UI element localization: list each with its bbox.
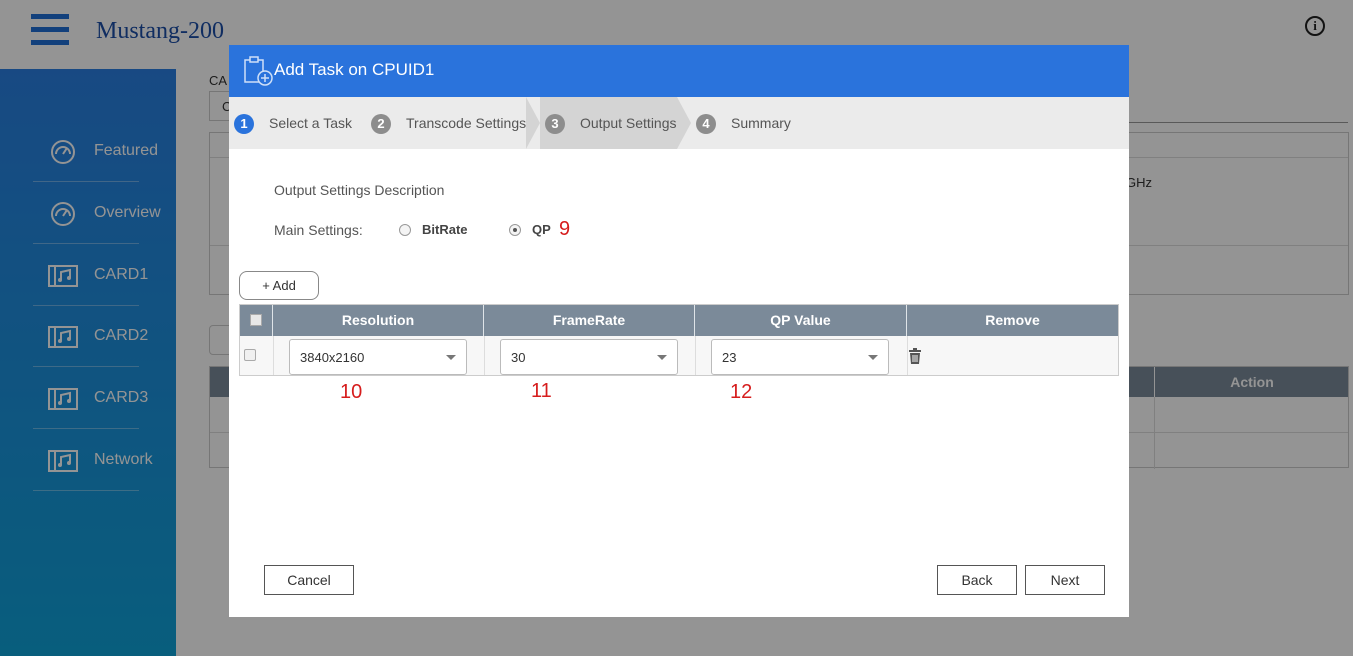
step-label: Transcode Settings [406, 115, 527, 131]
chevron-down-icon [868, 355, 878, 360]
bitrate-radio-label[interactable]: BitRate [422, 222, 468, 237]
framerate-header: FrameRate [484, 305, 695, 336]
resolution-value: 3840x2160 [300, 350, 365, 365]
step-label: Summary [731, 115, 791, 131]
column-divider [273, 336, 274, 375]
chevron-down-icon [657, 355, 667, 360]
add-output-button[interactable]: + Add [239, 271, 319, 300]
output-settings-description: Output Settings Description [274, 182, 445, 198]
next-button[interactable]: Next [1025, 565, 1105, 595]
step-output-settings[interactable]: 3 Output Settings [540, 97, 680, 149]
step-number: 1 [234, 114, 254, 134]
resolution-header: Resolution [273, 305, 484, 336]
table-header: Resolution FrameRate QP Value Remove [240, 305, 1118, 336]
step-label: Output Settings [580, 115, 677, 131]
framerate-value: 30 [511, 350, 526, 365]
select-all-header [240, 305, 273, 336]
qp-value: 23 [722, 350, 737, 365]
column-divider [695, 336, 696, 375]
qp-radio-label[interactable]: QP [532, 222, 551, 237]
step-summary[interactable]: 4 Summary [694, 97, 814, 149]
qp-value-select[interactable]: 23 [711, 339, 889, 375]
wizard-steps: 1 Select a Task 2 Transcode Settings 3 O… [229, 97, 1129, 149]
step-label: Select a Task [269, 115, 353, 131]
qp-value-header: QP Value [695, 305, 907, 336]
framerate-select[interactable]: 30 [500, 339, 678, 375]
table-row: 3840x2160 30 23 [240, 336, 1118, 375]
trash-icon[interactable] [908, 348, 922, 364]
annotation-label: 9 [559, 218, 571, 240]
column-divider [484, 336, 485, 375]
clipboard-add-icon [244, 56, 273, 86]
remove-header: Remove [985, 312, 1040, 328]
chevron-down-icon [446, 355, 456, 360]
step-number: 2 [371, 114, 391, 134]
output-table: Resolution FrameRate QP Value Remove 384… [239, 304, 1119, 376]
annotation-label: 10 [340, 381, 363, 403]
step-number: 4 [696, 114, 716, 134]
main-settings-label: Main Settings: [274, 222, 363, 238]
step-transcode-settings[interactable]: 2 Transcode Settings [369, 97, 529, 149]
modal-header: Add Task on CPUID1 [229, 45, 1129, 97]
cancel-button[interactable]: Cancel [264, 565, 354, 595]
annotation-label: 11 [531, 380, 552, 402]
row-checkbox[interactable] [244, 349, 256, 361]
qp-radio[interactable] [509, 224, 521, 236]
annotation-label: 12 [730, 381, 753, 403]
add-task-modal: Add Task on CPUID1 1 Select a Task 2 Tra… [229, 45, 1129, 617]
bitrate-radio[interactable] [399, 224, 411, 236]
select-all-checkbox[interactable] [250, 314, 262, 326]
resolution-select[interactable]: 3840x2160 [289, 339, 467, 375]
back-button[interactable]: Back [937, 565, 1017, 595]
step-select-task[interactable]: 1 Select a Task [229, 97, 369, 149]
step-number: 3 [545, 114, 565, 134]
modal-title: Add Task on CPUID1 [274, 60, 435, 79]
